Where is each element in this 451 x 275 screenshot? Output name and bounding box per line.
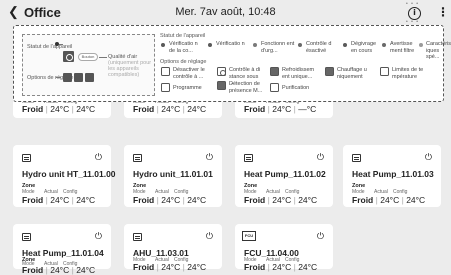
- air-quality-icon: [63, 51, 74, 62]
- snowflake-icon: [270, 67, 279, 76]
- status-dot: [161, 43, 165, 47]
- hvac-unit-icon: [352, 154, 361, 162]
- status-dot: [253, 43, 257, 47]
- purification-icon: [270, 83, 279, 92]
- device-card[interactable]: ⏻ AHU_11.03.01 Mode Actual Config Froid | …: [124, 224, 222, 272]
- device-card[interactable]: ⏻ Hydro unit_11.01.01 Zone Mode Actual Con…: [124, 145, 222, 207]
- status-dot: [298, 43, 302, 47]
- legend-panel: Statut de l'appareil Bouton Qualité d'ai…: [13, 25, 451, 102]
- power-icon[interactable]: ⏻: [425, 153, 432, 163]
- info-button[interactable]: • • • i • • •: [404, 1, 426, 25]
- hvac-unit-icon: [133, 154, 142, 162]
- power-icon[interactable]: ⏻: [317, 153, 324, 163]
- top-bar: ❮ Office Mer. 7av août, 10:48 • • • i • …: [0, 0, 451, 26]
- device-card[interactable]: FCU ⏻ FCU_11.04.00 Mode Actual Config Froi…: [235, 224, 333, 272]
- lock-icon: [161, 67, 170, 76]
- status-dot: [208, 43, 212, 47]
- options-section-title: Options de réglage: [160, 59, 207, 65]
- device-card[interactable]: ⏻ Heat Pump_11.01.02 Zone Mode Actual Conf…: [235, 145, 333, 207]
- legend-button-pill: Bouton: [78, 53, 98, 61]
- legend-air-note: (uniquement pour les appareils compatibl…: [108, 60, 152, 78]
- option-icon-1: [63, 73, 72, 82]
- power-icon[interactable]: ⏻: [95, 153, 102, 163]
- status-dot: [343, 43, 347, 47]
- device-card[interactable]: ⏻ Heat Pump_11.01.04 Zone Mode Actual Conf…: [13, 224, 111, 275]
- ahu-unit-icon: [133, 233, 142, 241]
- heat-icon: [325, 67, 334, 76]
- calendar-icon: [161, 83, 170, 92]
- device-card[interactable]: ⏻ Heat Pump_11.01.03 Zone Mode Actual Conf…: [343, 145, 441, 207]
- status-section-title: Statut de l'appareil: [160, 33, 206, 39]
- power-icon[interactable]: ⏻: [95, 232, 102, 242]
- option-icon-3: [85, 73, 94, 82]
- hvac-unit-icon: [22, 154, 31, 162]
- power-icon[interactable]: ⏻: [206, 232, 213, 242]
- power-icon[interactable]: ⏻: [206, 153, 213, 163]
- status-dot: [382, 43, 386, 47]
- status-dot: [419, 43, 423, 47]
- datetime: Mer. 7av août, 10:48: [175, 6, 276, 18]
- device-card[interactable]: ⏻ Hydro unit HT_11.01.00 Zone Mode Actual…: [13, 145, 116, 207]
- fcu-unit-icon: FCU: [242, 231, 256, 241]
- more-options-button[interactable]: ⋮: [437, 5, 449, 19]
- remote-icon: [217, 67, 226, 76]
- presence-icon: [217, 81, 226, 90]
- hvac-unit-icon: [244, 154, 253, 162]
- device-name: Heat Pump_11.01.03: [352, 169, 434, 179]
- option-icon-2: [74, 73, 83, 82]
- device-name: Heat Pump_11.01.02: [244, 169, 326, 179]
- hvac-unit-icon: [22, 233, 31, 241]
- legend-diagram: Statut de l'appareil Bouton Qualité d'ai…: [22, 34, 155, 96]
- legend-status-label: Statut de l'appareil: [27, 44, 73, 50]
- power-icon[interactable]: ⏻: [317, 232, 324, 242]
- device-name: Hydro unit HT_11.01.00: [22, 169, 116, 179]
- thermometer-icon: [380, 67, 389, 76]
- device-name: Hydro unit_11.01.01: [133, 169, 213, 179]
